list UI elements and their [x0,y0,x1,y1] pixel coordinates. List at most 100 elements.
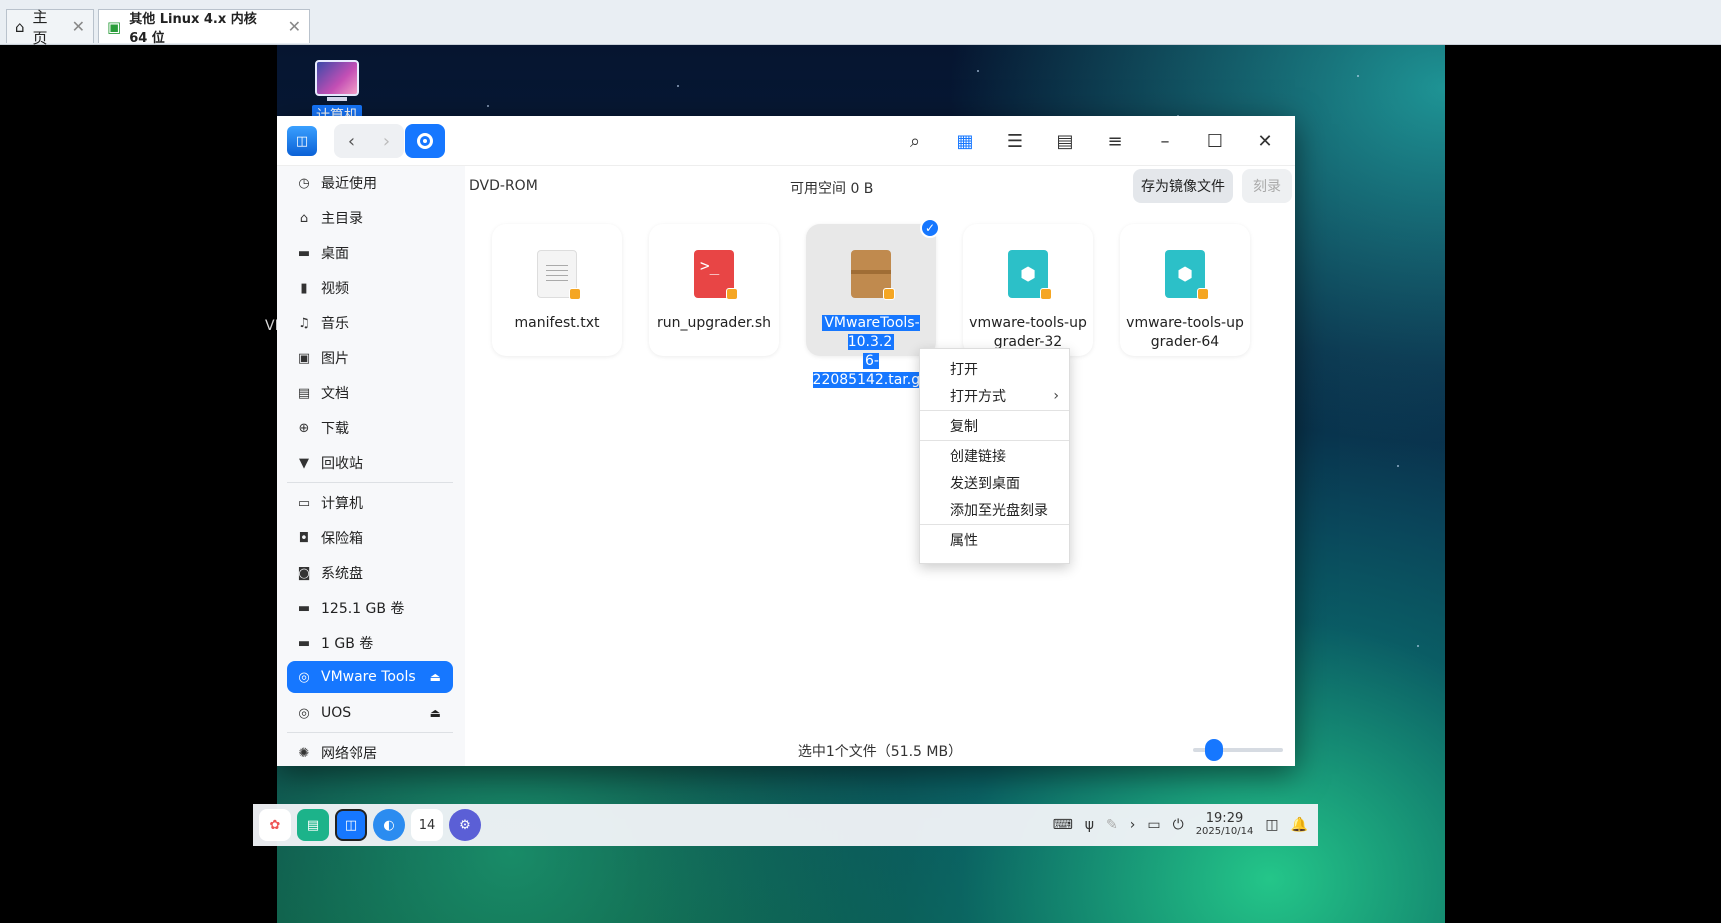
lock-icon [1040,288,1052,300]
menu-item-create-link[interactable]: 创建链接 [920,442,1069,469]
close-icon[interactable]: ✕ [288,17,301,36]
menu-item-open-with[interactable]: 打开方式 › [920,382,1069,409]
multitask-icon[interactable]: ▤ [297,809,329,841]
system-tray: ⌨ ψ ✎ › ▭ ⏻ 19:29 2025/10/14 ◫ 🔔 [1053,809,1308,841]
sidebar-item-home[interactable]: ⌂ 主目录 [287,201,453,235]
drive-icon: ▬ [297,600,311,616]
disc-icon: ◎ [298,705,310,721]
menu-item-add-to-burn[interactable]: 添加至光盘刻录 [920,496,1069,523]
file-item-upgrader-32[interactable]: ⬢ vmware-tools-up grader-32 [963,224,1093,356]
search-icon[interactable]: ⌕ [895,124,935,158]
file-manager-logo-icon: ◫ [287,126,317,156]
list-view-icon[interactable]: ☰ [995,124,1035,158]
chevron-right-icon: › [1053,387,1059,404]
file-item-upgrader-64[interactable]: ⬢ vmware-tools-up grader-64 [1120,224,1250,356]
monitor-icon [315,60,359,96]
disc-icon: ◎ [298,669,310,685]
menu-icon[interactable]: ≡ [1095,124,1135,158]
burn-button[interactable]: 刻录 [1242,169,1292,203]
sidebar-item-uos[interactable]: ◎ UOS ⏏ [287,696,453,730]
file-item-vmwaretools-tarball[interactable]: ✓ VMwareTools-10.3.2 6-22085142.tar.gz [806,218,940,388]
path-label: DVD-ROM [469,178,538,194]
trash-icon[interactable]: ◫ [1265,817,1278,833]
status-bar-text: 选中1个文件（51.5 MB） [797,744,963,760]
forward-button[interactable]: › [369,124,404,158]
sidebar-item-recent[interactable]: ◷ 最近使用 [287,166,453,200]
sidebar-item-volume-1[interactable]: ▬ 1 GB 卷 [287,626,453,660]
file-view: DVD-ROM 可用空间 0 B 存为镜像文件 刻录 manifest.txt … [465,166,1295,766]
sidebar: ◷ 最近使用 ⌂ 主目录 ▬ 桌面 ▮ 视频 ♫ 音乐 ▣ 图片 ▤ 文档 ⊕ 下载 ▼ 回收站 … [277,166,465,766]
close-icon[interactable]: ✕ [1245,124,1285,158]
slider-knob[interactable] [1205,739,1223,761]
menu-item-open[interactable]: 打开 [920,355,1069,382]
disc-icon [417,133,433,149]
sidebar-item-video[interactable]: ▮ 视频 [287,271,453,305]
launcher-icon[interactable]: ✿ [259,809,291,841]
menu-item-copy[interactable]: 复制 [920,412,1069,439]
sidebar-item-vmware-tools[interactable]: ◎ VMware Tools ⏏ [287,661,453,693]
battery-icon[interactable]: ▭ [1147,817,1160,833]
sidebar-item-pictures[interactable]: ▣ 图片 [287,341,453,375]
detail-view-icon[interactable]: ▤ [1045,124,1085,158]
menu-separator [920,410,1069,411]
keyboard-icon[interactable]: ⌨ [1053,817,1073,833]
bell-icon[interactable]: 🔔 [1291,817,1308,833]
menu-item-send-to-desktop[interactable]: 发送到桌面 [920,469,1069,496]
host-tab-bar: ⌂ 主页 ✕ ▣ 其他 Linux 4.x 内核 64 位 ✕ [0,0,1721,47]
save-image-button[interactable]: 存为镜像文件 [1133,169,1233,203]
selected-check-icon: ✓ [920,218,940,238]
home-icon: ⌂ [15,17,25,36]
minimize-icon[interactable]: – [1145,124,1185,158]
close-icon[interactable]: ✕ [72,17,85,36]
sidebar-divider [287,482,453,483]
free-space-label: 可用空间 0 B [790,181,874,197]
icon-size-slider[interactable] [1193,739,1283,761]
sidebar-item-network[interactable]: ✺ 网络邻居 [287,736,453,770]
document-icon: ▤ [297,385,311,401]
file-manager-taskbar-icon[interactable]: ◫ [335,809,367,841]
icon-view-icon[interactable]: ▦ [945,124,985,158]
usb-icon[interactable]: ψ [1085,817,1094,833]
sidebar-item-vault[interactable]: ◘ 保险箱 [287,521,453,555]
titlebar: ◫ ‹ › ⌕ ▦ ☰ ▤ ≡ – ☐ ✕ [277,116,1295,166]
file-name: manifest.txt [514,315,600,331]
sidebar-item-downloads[interactable]: ⊕ 下载 [287,411,453,445]
eject-icon[interactable]: ⏏ [430,706,441,720]
computer-icon: ▭ [297,495,311,511]
eject-icon[interactable]: ⏏ [430,670,441,684]
back-button[interactable]: ‹ [334,124,369,158]
tab-home[interactable]: ⌂ 主页 ✕ [6,8,94,47]
file-item-manifest[interactable]: manifest.txt [492,224,622,356]
tab-home-label: 主页 [32,7,48,47]
sidebar-item-trash[interactable]: ▼ 回收站 [287,446,453,480]
clock[interactable]: 19:29 2025/10/14 [1196,812,1254,838]
browser-icon[interactable]: ◐ [373,809,405,841]
sidebar-item-desktop[interactable]: ▬ 桌面 [287,236,453,270]
sidebar-item-volume-125[interactable]: ▬ 125.1 GB 卷 [287,591,453,625]
sidebar-item-system-disk[interactable]: ◙ 系统盘 [287,556,453,590]
pen-icon[interactable]: ✎ [1106,817,1118,833]
sidebar-item-documents[interactable]: ▤ 文档 [287,376,453,410]
dvd-crumb-button[interactable] [405,124,445,158]
disk-icon: ◙ [297,565,311,581]
menu-separator [920,440,1069,441]
network-icon: ✺ [298,745,310,761]
power-icon[interactable]: ⏻ [1173,817,1184,833]
download-icon: ⊕ [298,420,310,436]
file-item-run-upgrader[interactable]: >_ run_upgrader.sh [649,224,779,356]
chevron-right-icon[interactable]: › [1130,817,1136,833]
file-name: vmware-tools-up grader-32 [969,315,1087,350]
sidebar-item-computer[interactable]: ▭ 计算机 [287,486,453,520]
file-manager-window: ◫ ‹ › ⌕ ▦ ☰ ▤ ≡ – ☐ ✕ ◷ 最近使用 ⌂ 主目录 ▬ 桌面 ▮ 视频… [277,116,1295,766]
menu-item-properties[interactable]: 属性 [920,526,1069,553]
file-name: vmware-tools-up grader-64 [1126,315,1244,350]
context-menu: 打开 打开方式 › 复制 创建链接 发送到桌面 添加至光盘刻录 属性 [919,348,1070,564]
maximize-icon[interactable]: ☐ [1195,124,1235,158]
sidebar-item-music[interactable]: ♫ 音乐 [287,306,453,340]
trash-icon: ▼ [299,455,309,471]
settings-icon[interactable]: ⚙ [449,809,481,841]
sidebar-divider [287,732,453,733]
tab-vm[interactable]: ▣ 其他 Linux 4.x 内核 64 位 ✕ [98,9,310,46]
lock-icon [1197,288,1209,300]
calendar-icon[interactable]: 14 [411,809,443,841]
